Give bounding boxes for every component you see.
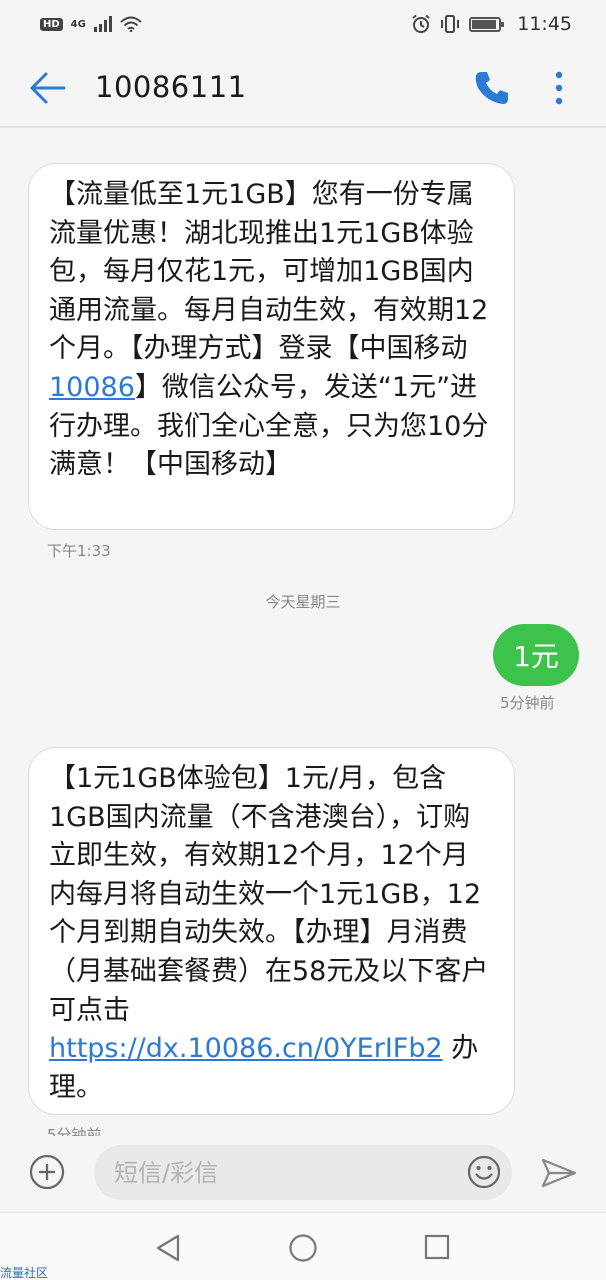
status-right: 11:45 [411, 13, 572, 35]
add-attachment-icon[interactable] [28, 1153, 66, 1191]
emoji-icon[interactable] [466, 1154, 502, 1190]
send-icon[interactable] [540, 1157, 578, 1189]
wifi-icon [120, 16, 142, 32]
system-nav-bar [0, 1212, 606, 1280]
signal-icon [93, 16, 112, 32]
contact-title: 10086111 [95, 70, 247, 104]
phone-call-icon[interactable] [472, 68, 512, 108]
status-left: HD 4G [40, 16, 142, 32]
battery-icon [469, 16, 505, 32]
clock: 11:45 [517, 13, 572, 35]
network-type: 4G [70, 18, 86, 30]
composer-bar [0, 1138, 606, 1212]
hd-badge: HD [40, 17, 63, 31]
message-time: 5分钟前 [47, 1126, 102, 1136]
incoming-message: 【流量低至1元1GB】您有一份专属流量优惠！湖北现推出1元1GB体验包，每月仅花… [28, 163, 515, 530]
day-separator: 今天星期三 [265, 593, 341, 611]
alarm-icon [412, 14, 430, 33]
nav-back-icon[interactable] [154, 1233, 182, 1263]
status-bar: HD 4G 11:45 [0, 0, 606, 48]
url-link[interactable]: https://dx.10086.cn/0YErIFb2 [49, 1033, 443, 1064]
message-input[interactable] [94, 1145, 512, 1200]
vibrate-icon [441, 15, 460, 33]
watermark-text: 流量社区 [0, 1266, 49, 1280]
outgoing-message: 1元 [493, 624, 579, 686]
message-time: 5分钟前 [500, 694, 555, 712]
nav-recent-apps-icon[interactable] [424, 1234, 450, 1260]
message-time: 下午1:33 [47, 542, 111, 560]
incoming-message: 【1元1GB体验包】1元/月，包含1GB国内流量（不含港澳台），订购立即生效，有… [28, 747, 515, 1115]
message-text: 1元 [513, 640, 559, 673]
more-options-icon[interactable] [546, 68, 572, 108]
conversation-header: 10086111 [0, 48, 606, 128]
nav-home-icon[interactable] [288, 1233, 318, 1263]
message-text: 【流量低至1元1GB】您有一份专属流量优惠！湖北现推出1元1GB体验包，每月仅花… [49, 179, 489, 365]
phone-link[interactable]: 10086 [49, 372, 135, 403]
back-arrow-icon[interactable] [28, 70, 68, 106]
message-text: 【1元1GB体验包】1元/月，包含1GB国内流量（不含港澳台），订购立即生效，有… [49, 763, 489, 1026]
